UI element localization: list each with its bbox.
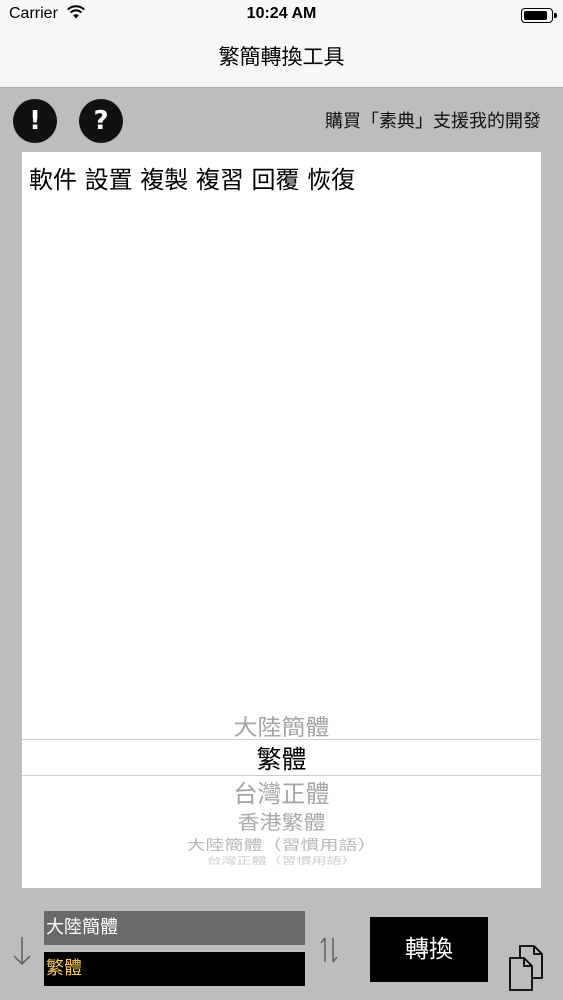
- target-variant-field[interactable]: 繁體: [44, 952, 305, 986]
- navigation-bar: 繁簡轉換工具: [0, 30, 563, 88]
- picker-option[interactable]: 大陸簡體（習慣用語）: [22, 834, 541, 855]
- text-editor[interactable]: 軟件 設置 複製 複習 回覆 恢復 大陸簡體 繁體 台灣正體 香港繁體 大陸簡體（習慣用…: [22, 152, 541, 888]
- help-button[interactable]: ?: [79, 99, 123, 143]
- page-title: 繁簡轉換工具: [218, 45, 345, 69]
- info-button[interactable]: !: [13, 99, 57, 143]
- variant-picker[interactable]: 大陸簡體 繁體 台灣正體 香港繁體 大陸簡體（習慣用語） 台灣正體（習慣用語）: [22, 704, 541, 888]
- purchase-support-link[interactable]: 購買「素典」支援我的開發: [325, 107, 541, 133]
- status-bar: Carrier 10:24 AM: [0, 0, 563, 30]
- battery-level: [524, 11, 547, 20]
- clock: 10:24 AM: [246, 5, 317, 22]
- picker-option-selected[interactable]: 繁體: [22, 740, 541, 776]
- arrow-down-icon: [13, 937, 31, 966]
- copy-icon[interactable]: [506, 944, 552, 992]
- swap-arrows-icon[interactable]: [318, 935, 340, 965]
- convert-button[interactable]: 轉換: [370, 917, 488, 982]
- battery-icon: [521, 8, 557, 23]
- editor-text[interactable]: 軟件 設置 複製 複習 回覆 恢復: [29, 164, 533, 196]
- picker-option[interactable]: 大陸簡體: [22, 709, 541, 741]
- picker-option[interactable]: 台灣正體（習慣用語）: [22, 854, 541, 867]
- picker-option[interactable]: 香港繁體: [22, 807, 541, 835]
- source-variant-field[interactable]: 大陸簡體: [44, 911, 305, 945]
- picker-option[interactable]: 台灣正體: [22, 774, 541, 809]
